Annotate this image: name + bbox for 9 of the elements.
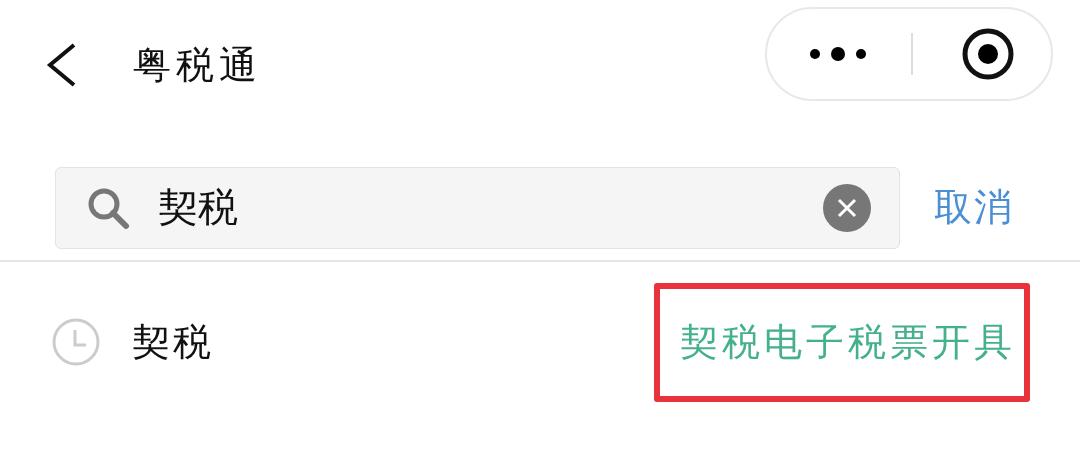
search-field[interactable]: 契税: [55, 166, 900, 249]
history-item[interactable]: 契税: [132, 316, 654, 368]
page-title: 粤税通: [133, 41, 263, 89]
back-icon[interactable]: [44, 42, 78, 88]
clear-icon[interactable]: [823, 183, 871, 232]
search-text: 契税: [158, 184, 238, 230]
more-icon[interactable]: [809, 47, 867, 61]
clock-icon: [52, 318, 100, 366]
close-target-icon[interactable]: [961, 27, 1015, 81]
